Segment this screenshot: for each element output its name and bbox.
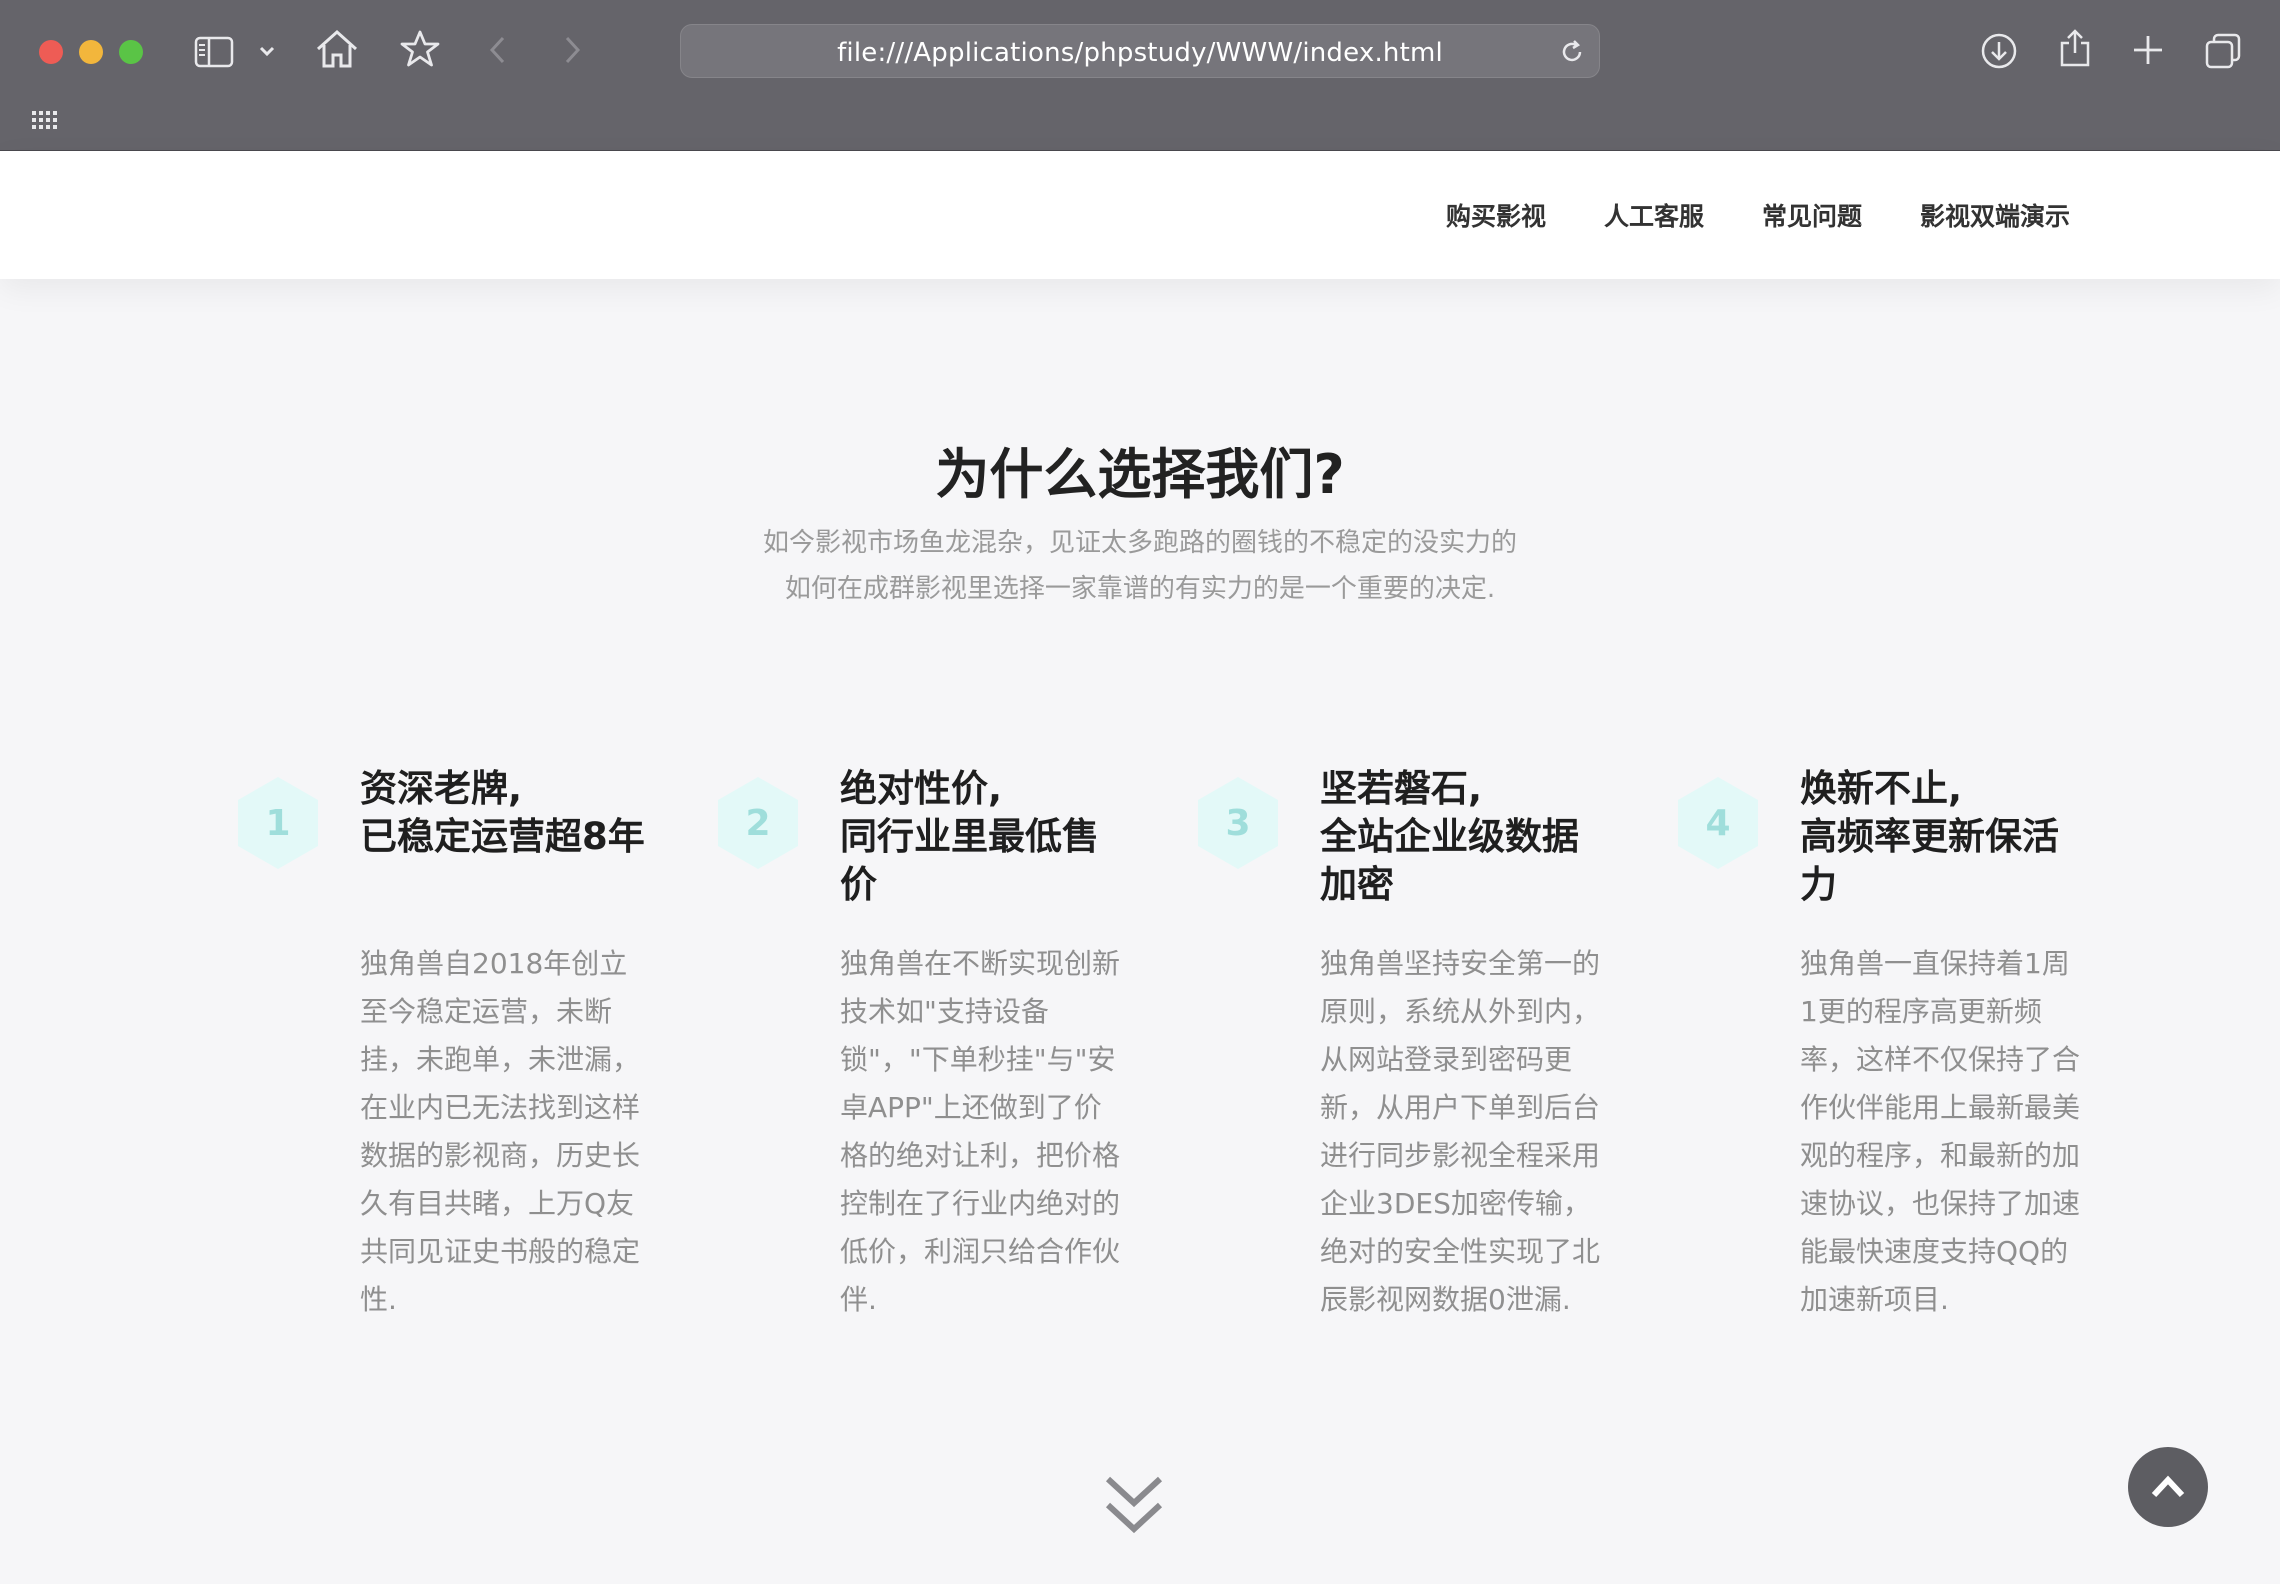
chevron-down-icon[interactable] xyxy=(258,44,276,58)
star-icon[interactable] xyxy=(400,29,440,69)
feature-title: 资深老牌, 已稳定运营超8年 xyxy=(360,765,650,861)
download-icon[interactable] xyxy=(1980,32,2018,70)
hexagon-badge: 3 xyxy=(1196,775,1280,871)
nav-item-support[interactable]: 人工客服 xyxy=(1604,197,1704,233)
feature-title-line-2: 同行业里最低售价 xyxy=(840,815,1099,906)
hexagon-badge: 2 xyxy=(716,775,800,871)
site-header: 购买影视 人工客服 常见问题 影视双端演示 xyxy=(0,151,2280,279)
hexagon-badge: 1 xyxy=(236,775,320,871)
home-icon[interactable] xyxy=(315,29,359,69)
back-icon[interactable] xyxy=(488,35,508,65)
feature-title-line-1: 坚若磐石, xyxy=(1320,767,1483,810)
feature-title: 绝对性价, 同行业里最低售价 xyxy=(840,765,1130,909)
feature-number: 1 xyxy=(265,803,291,844)
feature-card-1: 1 资深老牌, 已稳定运营超8年 独角兽自2018年创立至今稳定运营，未断挂，未… xyxy=(236,765,656,1385)
back-to-top-button[interactable] xyxy=(2128,1447,2208,1527)
tabs-overview-icon[interactable] xyxy=(2204,32,2242,70)
feature-description: 独角兽自2018年创立至今稳定运营，未断挂，未跑单，未泄漏，在业内已无法找到这样… xyxy=(360,947,641,1316)
sidebar-icon[interactable] xyxy=(194,36,234,68)
back-to-top-icon xyxy=(2151,1475,2185,1498)
feature-number: 4 xyxy=(1705,803,1731,844)
address-bar[interactable]: file:///Applications/phpstudy/WWW/index.… xyxy=(680,24,1600,78)
forward-icon[interactable] xyxy=(562,35,582,65)
nav-item-buy[interactable]: 购买影视 xyxy=(1446,197,1546,233)
subtitle-line-2: 如何在成群影视里选择一家靠谱的有实力的是一个重要的决定. xyxy=(784,574,1496,604)
close-window-button[interactable] xyxy=(39,40,63,64)
feature-title-line-2: 已稳定运营超8年 xyxy=(360,815,645,858)
feature-title: 坚若磐石, 全站企业级数据加密 xyxy=(1320,765,1610,909)
section-title: 为什么选择我们? xyxy=(935,443,1345,506)
section-subtitle: 如今影视市场鱼龙混杂，见证太多跑路的圈钱的不稳定的没实力的 如何在成群影视里选择… xyxy=(0,520,2280,612)
feature-title-line-1: 绝对性价, xyxy=(840,767,1003,810)
feature-title-line-2: 高频率更新保活力 xyxy=(1800,815,2059,906)
feature-description: 独角兽坚持安全第一的原则，系统从外到内，从网站登录到密码更新，从用户下单到后台进… xyxy=(1320,947,1601,1316)
double-chevron-down-icon[interactable] xyxy=(1104,1475,1164,1541)
feature-card-2: 2 绝对性价, 同行业里最低售价 独角兽在不断实现创新技术如"支持设备锁"，"下… xyxy=(716,765,1136,1385)
feature-card-3: 3 坚若磐石, 全站企业级数据加密 独角兽坚持安全第一的原则，系统从外到内，从网… xyxy=(1196,765,1616,1385)
feature-number: 3 xyxy=(1225,803,1251,844)
feature-title-line-1: 资深老牌, xyxy=(360,767,523,810)
feature-title-line-2: 全站企业级数据加密 xyxy=(1320,815,1579,906)
minimize-window-button[interactable] xyxy=(79,40,103,64)
browser-toolbar: file:///Applications/phpstudy/WWW/index.… xyxy=(0,0,2280,151)
feature-title: 焕新不止, 高频率更新保活力 xyxy=(1800,765,2090,909)
feature-card-4: 4 焕新不止, 高频率更新保活力 独角兽一直保持着1周1更的程序高更新频率，这样… xyxy=(1676,765,2096,1385)
reload-icon[interactable] xyxy=(1559,39,1585,69)
feature-title-line-1: 焕新不止, xyxy=(1800,767,1963,810)
feature-description: 独角兽在不断实现创新技术如"支持设备锁"，"下单秒挂"与"安卓APP"上还做到了… xyxy=(840,947,1121,1316)
url-text: file:///Applications/phpstudy/WWW/index.… xyxy=(837,38,1443,68)
subtitle-line-1: 如今影视市场鱼龙混杂，见证太多跑路的圈钱的不稳定的没实力的 xyxy=(762,528,1517,558)
new-tab-icon[interactable] xyxy=(2132,34,2164,66)
nav-item-faq[interactable]: 常见问题 xyxy=(1762,197,1862,233)
nav-item-demo[interactable]: 影视双端演示 xyxy=(1920,197,2070,233)
feature-number: 2 xyxy=(745,803,771,844)
grid-icon[interactable] xyxy=(30,108,58,132)
hexagon-badge: 4 xyxy=(1676,775,1760,871)
zoom-window-button[interactable] xyxy=(119,40,143,64)
feature-description: 独角兽一直保持着1周1更的程序高更新频率，这样不仅保持了合作伙伴能用上最新最美观… xyxy=(1800,947,2081,1316)
main-nav: 购买影视 人工客服 常见问题 影视双端演示 xyxy=(1446,197,2070,233)
share-icon[interactable] xyxy=(2058,28,2092,68)
